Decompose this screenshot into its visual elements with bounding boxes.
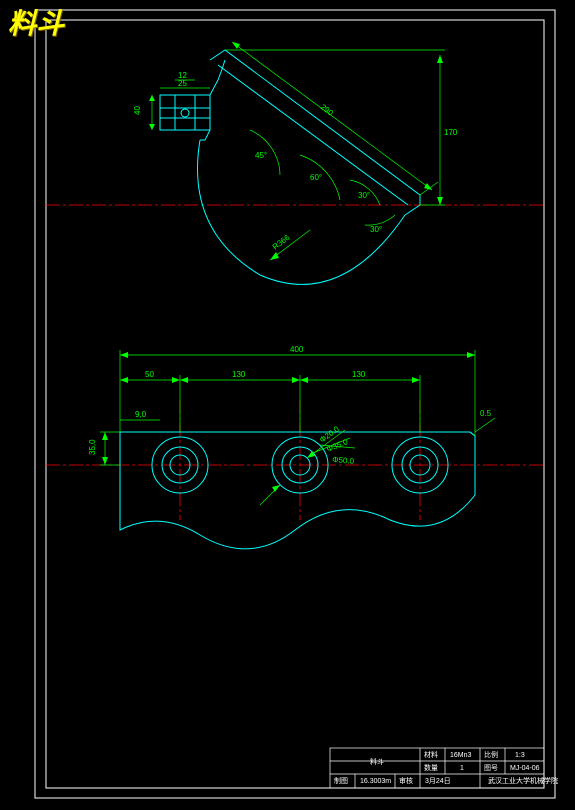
dim-flange: 40 25 12 [133,71,210,130]
svg-text:30°: 30° [370,225,382,234]
tb-date: 3月24日 [425,777,451,785]
dim-slant: 290 [232,42,432,190]
flange-detail [160,60,225,140]
cad-drawing: 290 170 R366 30° 60° 45° 30° [0,0,575,810]
outer-border [35,10,555,798]
svg-text:0.5: 0.5 [480,409,492,418]
svg-text:400: 400 [290,345,304,354]
tb-scale-lbl: 比例 [484,750,498,759]
dim-diameters: Φ20.0 Φ35.0 Φ50.0 [260,424,355,505]
dim-edge: 9,0 [120,410,160,420]
svg-text:30°: 30° [358,191,370,200]
inner-border [46,20,544,788]
tb-org: 武汉工业大学机械学院 [488,776,558,785]
tb-drawn-lbl: 图号 [484,764,498,772]
svg-text:130: 130 [352,370,366,379]
dim-overall-w: 400 [120,345,475,436]
svg-text:Φ50.0: Φ50.0 [332,455,355,466]
tb-qty: 1 [460,765,464,772]
dim-radius: R366 [270,230,310,260]
svg-text:45°: 45° [255,151,267,160]
dim-chain: 50 130 130 [120,370,420,432]
front-view: 400 50 130 130 9,0 [46,345,544,549]
tb-qty-lbl: 数量 [424,763,438,772]
svg-text:60°: 60° [310,173,322,182]
svg-text:130: 130 [232,370,246,379]
tb-scale: 1:3 [515,752,525,759]
dim-height: 35,0 [88,432,120,465]
svg-text:170: 170 [444,128,458,137]
dim-chamfer: 0.5 [475,409,495,432]
drawing-title: 料斗 [8,2,64,42]
tb-material: 16Mn3 [450,752,472,759]
tb-drawn: MJ-04-06 [510,765,540,772]
tb-weight-lbl: 制图 [334,776,348,785]
plate-outline [120,432,475,549]
svg-text:R366: R366 [271,233,292,252]
tb-name: 料斗 [370,757,384,766]
tb-material-lbl: 材料 [424,750,438,759]
svg-text:290: 290 [319,102,336,118]
svg-text:12: 12 [178,71,187,80]
tb-date-lbl: 审核 [399,776,413,785]
hopper-slant-inner [218,65,408,205]
title-block: 料斗 材料 16Mn3 比例 1:3 数量 1 图号 MJ-04-06 制图 1… [330,748,558,788]
dim-right-h: 170 [225,50,458,205]
tb-weight: 16.3003m [360,778,391,785]
top-view: 290 170 R366 30° 60° 45° 30° [46,42,544,284]
bucket-arc [198,140,406,284]
svg-text:40: 40 [133,106,142,115]
svg-text:35,0: 35,0 [88,439,97,455]
svg-text:9,0: 9,0 [135,410,147,419]
dim-angles: 30° 60° 45° 30° [250,130,395,234]
svg-text:50: 50 [145,370,154,379]
